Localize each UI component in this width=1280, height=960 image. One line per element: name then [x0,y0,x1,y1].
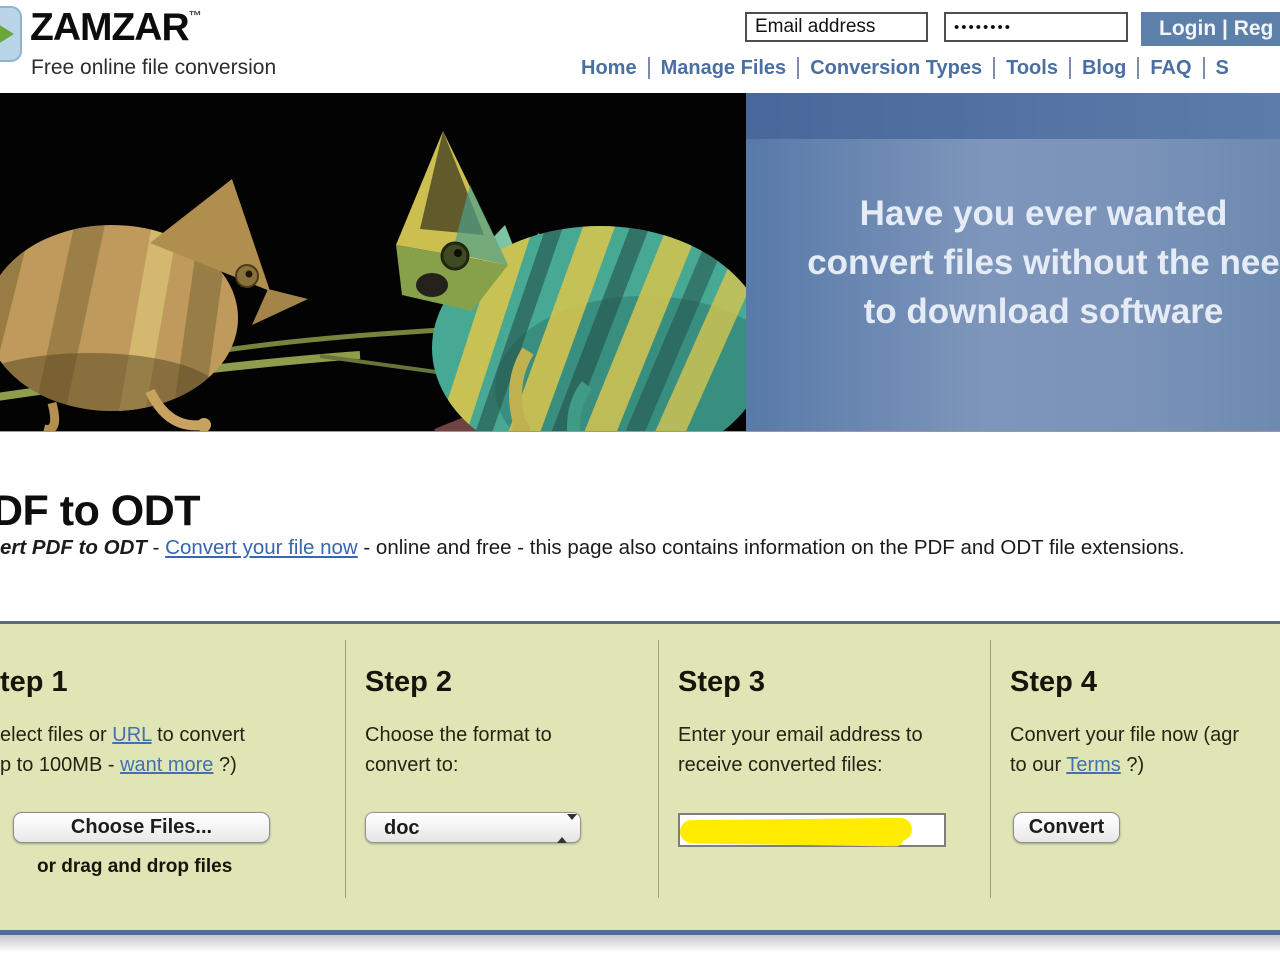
trademark-symbol: ™ [189,8,202,23]
step1-line1: elect files or URL to convert [0,724,245,747]
login-register-button[interactable]: Login | Reg [1141,12,1280,46]
banner-headline: Have you ever wanted convert files witho… [756,189,1280,336]
step2-title: Step 2 [365,666,452,699]
step2-desc-line2: convert to: [365,754,458,777]
nav-item-conversion-types[interactable]: Conversion Types [799,57,993,80]
nav-item-tools[interactable]: Tools [995,57,1069,80]
column-divider [658,640,659,898]
want-more-link[interactable]: want more [120,754,213,776]
choose-files-button[interactable]: Choose Files... [13,812,270,843]
step1-line1-text: elect files or [0,724,112,746]
bottom-shadow [0,935,1280,952]
step1-line2-text2: ?) [213,754,236,776]
step4-title: Step 4 [1010,666,1097,699]
format-select[interactable]: doc [365,812,581,843]
arrow-down-icon [567,814,577,837]
password-input[interactable] [944,12,1128,42]
lead-paragraph: ert PDF to ODT - Convert your file now -… [0,536,1185,560]
step4-line2-text: to our [1010,754,1066,776]
header: ZAMZAR™ Free online file conversion Logi… [0,0,1280,93]
step1-line1-text2: to convert [152,724,245,746]
email-login-input[interactable] [745,12,928,42]
banner-top-strip [746,93,1280,139]
lead-dash: - [147,536,165,559]
step1-line2: p to 100MB - want more ?) [0,754,237,777]
step3-desc-line1: Enter your email address to [678,724,923,747]
chameleon-photo [0,93,746,432]
page-title: DF to ODT [0,487,200,536]
yellow-highlight-redaction [688,826,904,846]
nav-item-support-clipped[interactable]: S [1205,57,1240,80]
brand-tagline: Free online file conversion [31,56,276,80]
step2-desc-line1: Choose the format to [365,724,552,747]
url-link[interactable]: URL [112,724,151,746]
select-stepper-icon [557,820,567,838]
hero-image [0,93,746,432]
banner-headline-line: to download software [756,287,1280,336]
step1-line2-text: p to 100MB - [0,754,120,776]
zamzar-logo-icon [0,6,22,62]
banner-headline-line: Have you ever wanted [756,189,1280,238]
lead-bold-fragment: ert PDF to ODT [0,536,147,559]
lead-rest: - online and free - this page also conta… [358,536,1185,559]
format-select-value: doc [384,817,420,840]
green-arrow-icon [0,19,14,49]
step4-line2-text2: ?) [1121,754,1144,776]
main-nav: Home Manage Files Conversion Types Tools… [570,53,1240,83]
column-divider [345,640,346,898]
step1-title: tep 1 [0,666,68,699]
step3-desc-line2: receive converted files: [678,754,883,777]
nav-item-faq[interactable]: FAQ [1139,57,1202,80]
banner-headline-line: convert files without the nee [756,238,1280,287]
convert-button[interactable]: Convert [1013,812,1120,843]
conversion-steps-panel: tep 1 elect files or URL to convert p to… [0,624,1280,930]
step4-line2: to our Terms ?) [1010,754,1144,777]
step4-line1: Convert your file now (agr [1010,724,1239,747]
terms-link[interactable]: Terms [1066,754,1120,776]
step3-title: Step 3 [678,666,765,699]
arrow-up-icon [557,820,567,843]
nav-item-manage-files[interactable]: Manage Files [650,57,798,80]
brand-name: ZAMZAR [30,6,189,49]
drag-drop-note: or drag and drop files [37,856,232,878]
convert-your-file-now-link[interactable]: Convert your file now [165,536,358,559]
column-divider [990,640,991,898]
nav-item-blog[interactable]: Blog [1071,57,1137,80]
hero-banner: Have you ever wanted convert files witho… [0,93,1280,432]
email-address-input[interactable] [678,813,946,847]
nav-item-home[interactable]: Home [570,57,648,80]
brand-title: ZAMZAR™ [30,6,202,50]
